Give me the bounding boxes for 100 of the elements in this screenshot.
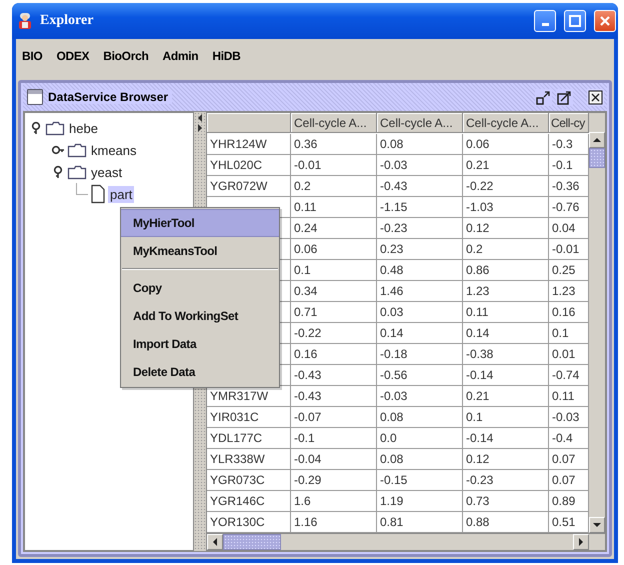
table-cell: -0.04 (291, 449, 377, 470)
menu-item[interactable]: ODEX (56, 49, 90, 64)
row-header: YGR146C (207, 491, 291, 512)
table-cell: 0.16 (291, 344, 377, 365)
table-cell: 1.46 (377, 281, 463, 302)
table-cell: -0.22 (291, 323, 377, 344)
scroll-up-button[interactable] (589, 132, 605, 148)
row-header: YMR317W (207, 386, 291, 407)
minimize-button[interactable] (534, 10, 556, 32)
table-cell: -0.14 (463, 428, 549, 449)
right-arrow-icon (197, 124, 203, 132)
tree-node-label[interactable]: hebe (67, 120, 100, 136)
table-cell: -0.14 (463, 365, 549, 386)
close-button[interactable] (587, 88, 604, 106)
table-cell: 1.19 (377, 491, 463, 512)
scrollbar-thumb[interactable] (223, 534, 281, 550)
up-arrow-icon (593, 137, 601, 143)
table-cell: 0.11 (463, 302, 549, 323)
table-cell: 0.06 (291, 239, 377, 260)
table-cell: 1.23 (463, 281, 549, 302)
table-cell: -0.23 (463, 470, 549, 491)
row-header: YHR124W (207, 134, 291, 155)
window-icon (26, 88, 44, 106)
menu-item[interactable]: HiDB (212, 49, 240, 64)
folder-icon (67, 142, 87, 158)
table-cell: 0.36 (291, 134, 377, 155)
menu-item[interactable]: BioOrch (103, 49, 148, 64)
table-cell: 0.08 (377, 449, 463, 470)
tree-node-label[interactable]: part (108, 186, 134, 202)
expand-handle[interactable] (29, 121, 43, 135)
table-cell: -0.43 (377, 176, 463, 197)
menu-item[interactable]: BIO (22, 49, 42, 64)
menu-item[interactable]: MyHierTool (121, 209, 279, 237)
table-cell: 0.12 (463, 218, 549, 239)
table-cell: 0.71 (291, 302, 377, 323)
table-cell: 0.73 (463, 491, 549, 512)
left-arrow-icon (197, 114, 203, 122)
table-cell: -0.18 (377, 344, 463, 365)
row-header: YDL177C (207, 428, 291, 449)
table-cell: 0.03 (377, 302, 463, 323)
scroll-left-button[interactable] (207, 534, 223, 550)
pin-down-icon (51, 165, 65, 179)
table-cell: 0.86 (463, 260, 549, 281)
table-cell: 0.34 (291, 281, 377, 302)
window-title: Explorer (40, 12, 94, 29)
left-arrow-icon (212, 538, 218, 546)
row-header: YGR072W (207, 176, 291, 197)
maximize-icon (557, 90, 572, 104)
iconify-button[interactable] (535, 88, 552, 106)
table-cell: -0.22 (463, 176, 549, 197)
tree-node-label[interactable]: yeast (89, 164, 124, 180)
table-cell: -0.23 (377, 218, 463, 239)
menu-item[interactable]: Add To WorkingSet (121, 302, 279, 330)
collapse-left-button[interactable] (197, 114, 203, 122)
table-cell: 0.08 (377, 407, 463, 428)
tree-node-label[interactable]: kmeans (89, 142, 139, 158)
table-cell: -0.03 (377, 155, 463, 176)
document-icon (90, 184, 106, 204)
table-cell: 0.2 (463, 239, 549, 260)
table-cell: -0.43 (291, 386, 377, 407)
table-cell: 0.14 (377, 323, 463, 344)
expand-handle[interactable] (51, 143, 65, 157)
table-cell: 0.1 (463, 407, 549, 428)
frame-title: DataService Browser (48, 90, 172, 104)
table-cell: 0.2 (291, 176, 377, 197)
table-cell: 0.48 (377, 260, 463, 281)
right-arrow-icon (578, 538, 584, 546)
folder-icon (67, 164, 87, 180)
table-cell: 0.06 (463, 134, 549, 155)
table-cell: 0.0 (377, 428, 463, 449)
tree-line (76, 183, 88, 195)
maximize-button[interactable] (556, 88, 573, 106)
menu-item[interactable]: Admin (162, 49, 198, 64)
expand-handle[interactable] (51, 165, 65, 179)
maximize-button[interactable] (564, 10, 586, 32)
minimize-icon (542, 22, 548, 26)
column-header[interactable]: Cell-cycle A... (463, 113, 549, 133)
close-icon (588, 90, 603, 104)
scrollbar-thumb[interactable] (589, 148, 605, 168)
table-cell: -0.56 (377, 365, 463, 386)
table-cell: 0.11 (291, 197, 377, 218)
table-cell: 1.6 (291, 491, 377, 512)
table-cell: 0.24 (291, 218, 377, 239)
table-cell: 0.14 (463, 323, 549, 344)
column-header[interactable]: Cell-cy (549, 113, 589, 133)
table-cell: -1.03 (463, 197, 549, 218)
menu-item[interactable]: Copy (121, 274, 279, 302)
menu-item[interactable]: MyKmeansTool (121, 237, 279, 265)
scroll-down-button[interactable] (589, 517, 605, 533)
column-header[interactable]: Cell-cycle A... (377, 113, 463, 133)
menu-item[interactable]: Delete Data (121, 358, 279, 386)
maximize-icon (569, 14, 581, 27)
scroll-right-button[interactable] (573, 534, 589, 550)
pin-down-icon (29, 121, 43, 135)
table-cell: -0.38 (463, 344, 549, 365)
expand-right-button[interactable] (197, 124, 203, 132)
table-cell: -0.1 (291, 428, 377, 449)
column-header[interactable]: Cell-cycle A... (291, 113, 377, 133)
table-cell: -0.07 (291, 407, 377, 428)
menu-item[interactable]: Import Data (121, 330, 279, 358)
